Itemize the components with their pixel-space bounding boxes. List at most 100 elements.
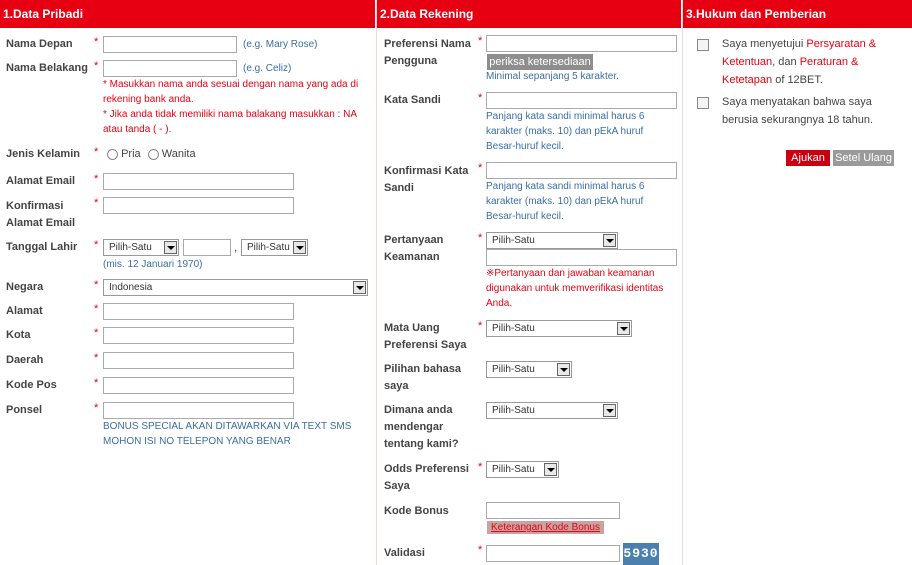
- phone-input[interactable]: [103, 402, 294, 419]
- age-confirm-text: Saya menyatakan bahwa saya berusia sekur…: [722, 96, 874, 126]
- country-label: Negara: [6, 281, 44, 293]
- terms-header: 3.Hukum dan Pemberian: [683, 0, 912, 28]
- odds-select[interactable]: Pilih-Satu: [486, 461, 559, 478]
- postcode-input[interactable]: [103, 377, 294, 394]
- birth-day-value: Pilih-Satu: [109, 242, 152, 253]
- validation-label: Validasi: [384, 547, 425, 559]
- security-question-value: Pilih-Satu: [492, 235, 535, 246]
- language-label: Pilihan bahasa saya: [384, 363, 462, 392]
- chevron-down-icon: [164, 241, 177, 254]
- security-question-select[interactable]: Pilih-Satu: [486, 232, 618, 249]
- validation-input[interactable]: [486, 545, 620, 562]
- age-checkbox[interactable]: [697, 97, 709, 109]
- bonus-code-info-button[interactable]: Keterangan Kode Bonus: [487, 521, 604, 534]
- address-input[interactable]: [103, 303, 294, 320]
- gender-male-label: Pria: [121, 148, 141, 160]
- country-value: Indonesia: [109, 282, 153, 293]
- birth-month-value: Pilih-Satu: [247, 242, 290, 253]
- date-separator: ,: [234, 242, 238, 254]
- gender-label: Jenis Kelamin: [6, 148, 80, 160]
- password-input[interactable]: [486, 92, 677, 109]
- required-mark: *: [478, 232, 483, 244]
- chevron-down-icon: [544, 463, 557, 476]
- address-label: Alamat: [6, 305, 43, 317]
- odds-label: Odds Preferensi Saya: [384, 463, 469, 492]
- gender-male-radio[interactable]: [107, 148, 118, 160]
- last-name-note-1: * Masukkan nama anda sesuai dengan nama …: [103, 79, 359, 105]
- agree-terms-suffix: of 12BET.: [772, 74, 823, 86]
- chevron-down-icon: [603, 404, 616, 417]
- required-mark: *: [94, 279, 99, 291]
- required-mark: *: [94, 197, 99, 209]
- email-input[interactable]: [103, 173, 294, 190]
- gender-female-label: Wanita: [161, 148, 196, 160]
- chevron-down-icon: [557, 363, 570, 376]
- personal-header: 1.Data Pribadi: [0, 0, 376, 28]
- birth-month-select[interactable]: Pilih-Satu: [241, 239, 308, 256]
- required-mark: *: [478, 320, 483, 332]
- region-label: Daerah: [6, 354, 44, 366]
- bonus-code-input[interactable]: [486, 502, 620, 519]
- security-answer-input[interactable]: [486, 249, 677, 266]
- region-input[interactable]: [103, 352, 294, 369]
- personal-section: 1.Data Pribadi Nama Depan * (e.g. Mary R…: [0, 0, 376, 565]
- password-confirm-input[interactable]: [486, 162, 677, 179]
- username-hint: Minimal sepanjang 5 karakter.: [486, 71, 619, 82]
- username-label: Preferensi Nama Pengguna: [384, 38, 471, 67]
- email-label: Alamat Email: [6, 175, 76, 187]
- chevron-down-icon: [603, 234, 616, 247]
- birthdate-label: Tanggal Lahir: [6, 241, 78, 253]
- account-section: 2.Data Rekening Preferensi Nama Pengguna…: [376, 0, 682, 565]
- required-mark: *: [94, 173, 99, 185]
- submit-button[interactable]: Ajukan: [786, 150, 830, 166]
- birth-day-select[interactable]: Pilih-Satu: [103, 239, 179, 256]
- country-select[interactable]: Indonesia: [103, 279, 368, 296]
- referral-select[interactable]: Pilih-Satu: [486, 402, 618, 419]
- odds-value: Pilih-Satu: [492, 464, 535, 475]
- required-mark: *: [94, 327, 99, 339]
- agree-terms-text: Saya menyetujui Persyaratan & Ketentuan,…: [722, 35, 907, 89]
- required-mark: *: [478, 92, 483, 104]
- phone-label: Ponsel: [6, 404, 43, 416]
- gender-female-radio[interactable]: [147, 148, 159, 160]
- account-header: 2.Data Rekening: [377, 0, 682, 28]
- chevron-down-icon: [617, 322, 630, 335]
- agree-terms-mid: , dan: [772, 56, 800, 68]
- gender-options: Pria Wanita: [107, 148, 196, 160]
- birth-year-input[interactable]: [183, 239, 231, 256]
- email-confirm-label: Konfirmasi Alamat Email: [6, 200, 76, 229]
- referral-label: Dimana anda mendengar tentang kami?: [384, 404, 459, 450]
- bonus-code-label: Kode Bonus: [384, 505, 449, 517]
- required-mark: *: [94, 146, 99, 158]
- required-mark: *: [94, 36, 99, 48]
- password-confirm-hint: Panjang kata sandi minimal harus 6 karak…: [486, 181, 645, 222]
- required-mark: *: [478, 162, 483, 174]
- last-name-label: Nama Belakang: [6, 62, 88, 74]
- chevron-down-icon: [293, 241, 306, 254]
- required-mark: *: [478, 35, 483, 47]
- phone-hint: BONUS SPECIAL AKAN DITAWARKAN VIA TEXT S…: [103, 421, 352, 447]
- check-availability-button[interactable]: periksa ketersediaan: [487, 54, 593, 70]
- username-input[interactable]: [486, 35, 677, 52]
- required-mark: *: [478, 544, 483, 556]
- currency-select[interactable]: Pilih-Satu: [486, 320, 632, 337]
- currency-value: Pilih-Satu: [492, 323, 535, 334]
- city-label: Kota: [6, 329, 31, 341]
- last-name-input[interactable]: [103, 60, 237, 77]
- email-confirm-input[interactable]: [103, 197, 294, 214]
- language-value: Pilih-Satu: [492, 364, 535, 375]
- last-name-example: (e.g. Celiz): [243, 63, 292, 74]
- required-mark: *: [94, 303, 99, 315]
- password-confirm-label: Konfirmasi Kata Sandi: [384, 165, 469, 194]
- city-input[interactable]: [103, 327, 294, 344]
- reset-button[interactable]: Setel Ulang: [833, 150, 894, 166]
- postcode-label: Kode Pos: [6, 379, 57, 391]
- first-name-input[interactable]: [103, 36, 237, 53]
- password-hint: Panjang kata sandi minimal harus 6 karak…: [486, 111, 645, 152]
- agree-terms-checkbox[interactable]: [697, 39, 709, 51]
- referral-value: Pilih-Satu: [492, 405, 535, 416]
- captcha-image: 5930: [623, 543, 659, 565]
- password-label: Kata Sandi: [384, 94, 441, 106]
- required-mark: *: [94, 239, 99, 251]
- language-select[interactable]: Pilih-Satu: [486, 361, 572, 378]
